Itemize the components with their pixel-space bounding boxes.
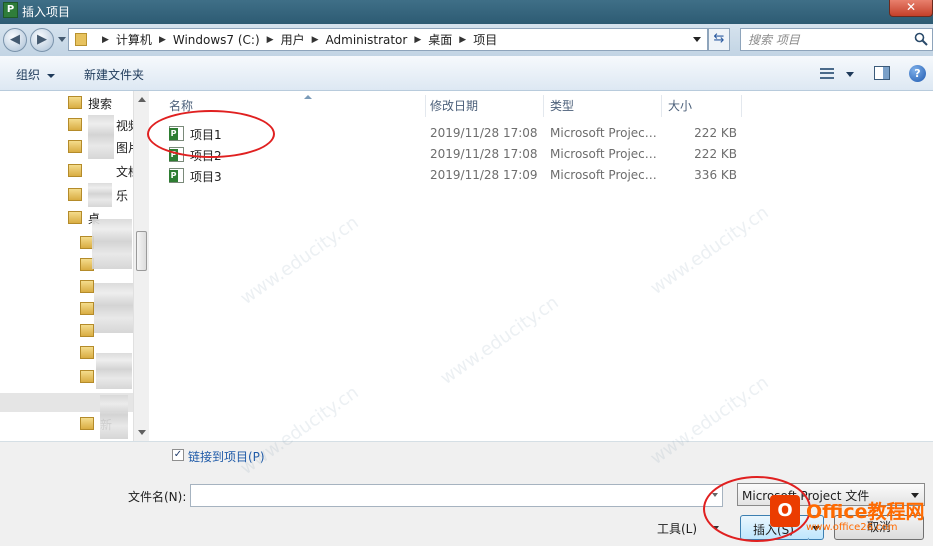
chevron-down-icon: [47, 73, 56, 78]
column-header-type[interactable]: 类型: [544, 95, 662, 117]
back-button[interactable]: ◀: [3, 28, 27, 52]
watermark-logo-text: Office教程网: [806, 501, 925, 523]
new-folder-button[interactable]: 新建文件夹: [84, 66, 144, 83]
help-icon[interactable]: ?: [909, 65, 926, 82]
command-toolbar: 组织 新建文件夹 ?: [0, 56, 933, 91]
filename-label: 文件名(N):: [128, 490, 187, 504]
breadcrumb-item[interactable]: 用户: [281, 31, 305, 48]
scroll-down-icon[interactable]: [138, 430, 146, 435]
breadcrumb-separator-icon[interactable]: ▶: [459, 35, 466, 45]
folder-icon: [68, 211, 82, 224]
folder-icon: [68, 118, 82, 131]
filename-input[interactable]: [190, 484, 723, 507]
view-dropdown-icon[interactable]: [846, 72, 854, 77]
view-options-icon[interactable]: [820, 68, 834, 79]
breadcrumb-item[interactable]: 桌面: [428, 31, 452, 48]
history-dropdown-icon[interactable]: [58, 37, 66, 42]
preview-pane-icon[interactable]: [874, 66, 890, 80]
folder-icon: [80, 324, 94, 337]
project-file-icon: [169, 168, 184, 183]
scroll-up-icon[interactable]: [138, 97, 146, 102]
breadcrumb-item[interactable]: 计算机: [116, 31, 152, 48]
breadcrumb-separator-icon[interactable]: ▶: [267, 35, 274, 45]
privacy-blur: [88, 183, 112, 207]
privacy-blur: [94, 283, 134, 333]
file-type: Microsoft Project...: [550, 168, 658, 182]
file-type: Microsoft Project...: [550, 126, 658, 140]
nav-item-label: 乐: [116, 189, 129, 203]
nav-item-label: 搜索: [88, 97, 113, 111]
folder-icon: [80, 302, 94, 315]
breadcrumb-item[interactable]: Administrator: [326, 33, 408, 47]
scroll-thumb[interactable]: [136, 231, 147, 271]
file-date: 2019/11/28 17:08: [430, 147, 538, 161]
breadcrumb-separator-icon[interactable]: ▶: [102, 35, 109, 45]
file-size: 222 KB: [694, 147, 737, 161]
folder-icon: [80, 280, 94, 293]
file-size: 336 KB: [694, 168, 737, 182]
link-to-project-label[interactable]: 链接到项目(P): [188, 448, 265, 465]
search-input[interactable]: [741, 29, 911, 50]
file-date: 2019/11/28 17:08: [430, 126, 538, 140]
breadcrumb-separator-icon[interactable]: ▶: [414, 35, 421, 45]
file-date: 2019/11/28 17:09: [430, 168, 538, 182]
organize-label: 组织: [16, 68, 41, 82]
file-row[interactable]: 项目3 2019/11/28 17:09 Microsoft Project..…: [163, 165, 783, 186]
title-bar: P 插入项目 ✕: [0, 0, 933, 24]
privacy-blur: [88, 115, 114, 159]
address-dropdown-icon[interactable]: [693, 37, 701, 42]
folder-icon: [80, 346, 94, 359]
breadcrumb-separator-icon[interactable]: ▶: [159, 35, 166, 45]
close-button[interactable]: ✕: [889, 0, 933, 17]
folder-icon: [80, 417, 94, 430]
privacy-blur: [96, 353, 132, 389]
tools-button[interactable]: 工具(L): [657, 520, 697, 537]
forward-button[interactable]: ▶: [30, 28, 54, 52]
search-folder-icon: [68, 96, 82, 109]
folder-icon: [75, 33, 87, 46]
privacy-blur: [100, 395, 128, 439]
organize-button[interactable]: 组织: [16, 66, 56, 83]
breadcrumb-items: ▶ 计算机 ▶ Windows7 (C:) ▶ 用户 ▶ Administrator ▶ 桌面 ▶ 项…: [95, 31, 497, 48]
breadcrumb[interactable]: ▶ 计算机 ▶ Windows7 (C:) ▶ 用户 ▶ Administrator ▶ 桌面 ▶ 项…: [68, 28, 708, 51]
refresh-button[interactable]: ⇆: [708, 28, 730, 51]
window-title: 插入项目: [22, 5, 71, 19]
annotation-oval-files: [147, 110, 275, 158]
column-header-size[interactable]: 大小: [662, 95, 742, 117]
breadcrumb-separator-icon[interactable]: ▶: [312, 35, 319, 45]
breadcrumb-item[interactable]: Windows7 (C:): [173, 33, 260, 47]
file-name: 项目3: [190, 170, 222, 184]
navigation-pane: 搜索 视频 图片 文档 乐 桌 新: [0, 91, 149, 441]
folder-icon: [68, 140, 82, 153]
file-type: Microsoft Project...: [550, 147, 658, 161]
folder-icon: [68, 188, 82, 201]
watermark-logo-url: www.office26.com: [806, 522, 898, 533]
nav-scrollbar[interactable]: [133, 91, 149, 441]
office-logo-icon: O: [770, 495, 800, 527]
search-box: [740, 28, 933, 51]
column-header-date[interactable]: 修改日期: [424, 95, 544, 117]
search-icon[interactable]: [914, 32, 928, 46]
project-app-icon: P: [3, 2, 18, 18]
breadcrumb-item[interactable]: 项目: [473, 31, 497, 48]
folder-icon: [68, 164, 82, 177]
link-to-project-checkbox[interactable]: ✓: [172, 449, 184, 461]
sort-up-icon: [304, 95, 312, 99]
address-bar: ◀ ▶ ▶ 计算机 ▶ Windows7 (C:) ▶ 用户 ▶ Administrator ▶…: [0, 24, 933, 56]
file-size: 222 KB: [694, 126, 737, 140]
folder-icon: [80, 370, 94, 383]
privacy-blur: [92, 219, 132, 269]
